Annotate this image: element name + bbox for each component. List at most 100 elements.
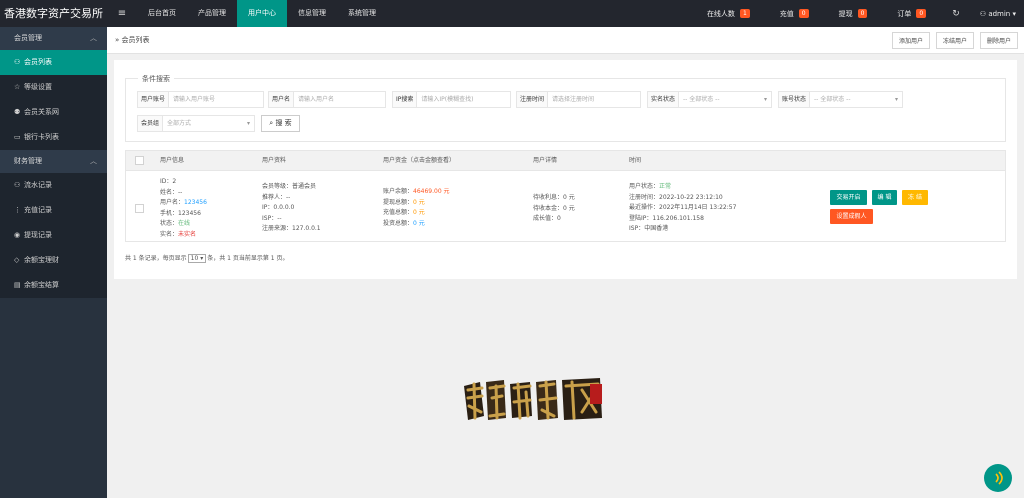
account-status-select[interactable]: -- 全部状态 -- ▾ bbox=[810, 92, 902, 107]
delete-user-button[interactable]: 删除用户 bbox=[979, 31, 1018, 49]
admin-name: admin bbox=[988, 9, 1011, 18]
field-label: 注册时间 bbox=[517, 92, 549, 107]
ip-search-input[interactable]: 请输入IP(模糊查找) bbox=[417, 92, 510, 107]
chevron-up-icon: ︿ bbox=[90, 34, 97, 42]
sidebar-group-members[interactable]: 会员管理 ︿ bbox=[0, 27, 107, 50]
header-user-info: 用户信息 bbox=[160, 157, 185, 164]
stat-withdraw[interactable]: 提现 0 bbox=[839, 9, 868, 19]
funds-value[interactable]: 0 元 bbox=[413, 220, 425, 227]
header-user-details: 用户详情 bbox=[533, 157, 558, 164]
sidebar-item-flow-records[interactable]: ⚇ 流水记录 bbox=[0, 173, 107, 198]
dots-icon: ⋮ bbox=[14, 206, 21, 214]
edit-button[interactable]: 编 辑 bbox=[872, 190, 897, 205]
refresh-icon[interactable]: ↻ bbox=[952, 9, 960, 19]
stat-orders-label: 订单 bbox=[897, 9, 912, 18]
funds-value[interactable]: 46469.00 元 bbox=[413, 188, 450, 195]
sidebar-item-label: 充值记录 bbox=[24, 206, 52, 214]
search-fieldset: 条件搜索 用户账号 请输入用户账号 用户名 请输入用户名 IP搜索 请输入IP(模糊查… bbox=[125, 74, 1006, 142]
member-group-select[interactable]: 全部方式 ▾ bbox=[163, 116, 254, 131]
sidebar-item-recharge-records[interactable]: ⋮ 充值记录 bbox=[0, 198, 107, 223]
pagination: 共 1 条记录，每页显示 10 ▾ 条，共 1 页当前显示第 1 页。 bbox=[125, 253, 288, 263]
stat-withdraw-badge: 0 bbox=[857, 9, 868, 18]
main-panel: 条件搜索 用户账号 请输入用户账号 用户名 请输入用户名 IP搜索 请输入IP(模糊查… bbox=[114, 60, 1017, 279]
topnav-home[interactable]: 后台首页 bbox=[137, 0, 187, 27]
header-user-profile: 用户资料 bbox=[262, 157, 287, 164]
detail-principal: 待收本金：0 元 bbox=[533, 204, 575, 212]
field-username: 用户名 请输入用户名 bbox=[268, 91, 386, 108]
search-legend: 条件搜索 bbox=[138, 74, 174, 84]
select-value: -- 全部状态 -- bbox=[814, 96, 851, 103]
sidebar-item-yuebao-settlement[interactable]: ▤ 余额宝结算 bbox=[0, 273, 107, 298]
sidebar-group-finance[interactable]: 财务管理 ︿ bbox=[0, 150, 107, 173]
status-label: 状态： bbox=[160, 220, 179, 227]
sidebar-group-label: 财务管理 bbox=[14, 157, 42, 165]
sidebar-item-yuebao-finance[interactable]: ◇ 余额宝理财 bbox=[0, 248, 107, 273]
sidebar-item-member-list[interactable]: ⚇ 会员列表 bbox=[0, 50, 107, 75]
sidebar-item-member-network[interactable]: ⚉ 会员关系网 bbox=[0, 100, 107, 125]
sidebar: 会员管理 ︿ ⚇ 会员列表 ☆ 等级设置 ⚉ 会员关系网 ▭ 银行卡列表 财务管理 ︿ ⚇ 流… bbox=[0, 27, 107, 498]
username-link[interactable]: 123456 bbox=[184, 199, 207, 206]
sidebar-item-label: 提现记录 bbox=[24, 231, 52, 239]
stat-recharge[interactable]: 充值 0 bbox=[780, 9, 809, 19]
top-navbar: 香港数字资产交易所 ≡ 后台首页 产品管理 用户中心 信息管理 系统管理 在线人… bbox=[0, 0, 1024, 27]
select-value: 全部方式 bbox=[167, 120, 192, 127]
user-account-input[interactable]: 请输入用户账号 bbox=[169, 92, 263, 107]
sidebar-item-withdraw-records[interactable]: ◉ 提现记录 bbox=[0, 223, 107, 248]
circle-icon: ◉ bbox=[14, 231, 21, 239]
profile-source: 注册来源：127.0.0.1 bbox=[262, 225, 321, 232]
user-id: ID：2 bbox=[160, 178, 177, 185]
pager-text-after: 条，共 1 页当前显示第 1 页。 bbox=[207, 255, 289, 262]
list-icon: ▤ bbox=[14, 281, 21, 289]
time-user-status: 用户状态：正常 bbox=[629, 182, 736, 193]
sidebar-item-level-settings[interactable]: ☆ 等级设置 bbox=[0, 75, 107, 100]
trade-enable-button[interactable]: 交易开启 bbox=[830, 190, 867, 205]
funds-label: 账户余额： bbox=[383, 188, 414, 195]
funds-label: 提现总额： bbox=[383, 198, 414, 206]
field-user-account: 用户账号 请输入用户账号 bbox=[137, 91, 264, 108]
funds-value[interactable]: 0 元 bbox=[413, 209, 425, 216]
chat-button[interactable] bbox=[984, 464, 1012, 492]
tab-actions: 添加用户 冻结用户 删除用户 bbox=[886, 31, 1024, 49]
set-fake-user-button[interactable]: 设置成假人 bbox=[830, 209, 873, 224]
stat-online[interactable]: 在线人数 1 bbox=[707, 9, 750, 19]
search-button[interactable]: ⌕ 搜 索 bbox=[261, 115, 300, 132]
username-label: 用户名： bbox=[160, 199, 185, 206]
top-nav: 后台首页 产品管理 用户中心 信息管理 系统管理 bbox=[137, 0, 387, 27]
brand-logo bbox=[460, 372, 608, 430]
topnav-system[interactable]: 系统管理 bbox=[337, 0, 387, 27]
reg-time-input[interactable]: 请选择注册时间 bbox=[548, 92, 640, 107]
topnav-products[interactable]: 产品管理 bbox=[187, 0, 237, 27]
username-input[interactable]: 请输入用户名 bbox=[294, 92, 385, 107]
field-label: 用户名 bbox=[269, 92, 295, 107]
user-status: 状态：在线 bbox=[160, 219, 207, 230]
topnav-info[interactable]: 信息管理 bbox=[287, 0, 337, 27]
chevron-up-icon: ︿ bbox=[90, 157, 97, 165]
freeze-user-button[interactable]: 冻结用户 bbox=[935, 31, 974, 49]
user-username: 用户名：123456 bbox=[160, 198, 207, 209]
sidebar-item-bank-cards[interactable]: ▭ 银行卡列表 bbox=[0, 125, 107, 150]
add-user-button[interactable]: 添加用户 bbox=[891, 31, 930, 49]
stat-orders[interactable]: 订单 0 bbox=[897, 9, 927, 19]
speaker-icon bbox=[995, 471, 1003, 485]
profile-ip: IP：0.0.0.0 bbox=[262, 204, 295, 211]
freeze-button[interactable]: 冻 结 bbox=[902, 190, 928, 205]
page-size-select[interactable]: 10 ▾ bbox=[187, 254, 207, 263]
card-icon: ▭ bbox=[14, 133, 21, 141]
select-value: -- 全部状态 -- bbox=[683, 96, 720, 103]
user-icon: ⚇ bbox=[14, 181, 21, 189]
topnav-user-center[interactable]: 用户中心 bbox=[237, 0, 287, 27]
realname-status-select[interactable]: -- 全部状态 -- ▾ bbox=[679, 92, 771, 107]
detail-interest: 待收利息：0 元 bbox=[533, 194, 575, 201]
field-ip: IP搜索 请输入IP(模糊查找) bbox=[392, 91, 511, 108]
profile-referrer: 推荐人：-- bbox=[262, 193, 291, 201]
member-table: 用户信息 用户资料 用户资金（点击金额查看） 用户详情 时间 ID：2 姓名：-… bbox=[125, 150, 1006, 242]
funds-value[interactable]: 0 元 bbox=[413, 199, 425, 206]
user-details-cell: 待收利息：0 元 待收本金：0 元 成长值：0 bbox=[533, 193, 575, 225]
row-checkbox[interactable] bbox=[135, 204, 144, 213]
caret-down-icon: ▾ bbox=[246, 120, 250, 127]
top-right: 在线人数 1 充值 0 提现 0 订单 0 ↻ ⚇ admin ▾ bbox=[677, 0, 1024, 27]
select-all-checkbox[interactable] bbox=[135, 156, 144, 165]
admin-menu[interactable]: ⚇ admin ▾ bbox=[980, 10, 1016, 18]
menu-toggle-icon[interactable]: ≡ bbox=[107, 8, 137, 19]
user-name: 姓名：-- bbox=[160, 188, 183, 196]
